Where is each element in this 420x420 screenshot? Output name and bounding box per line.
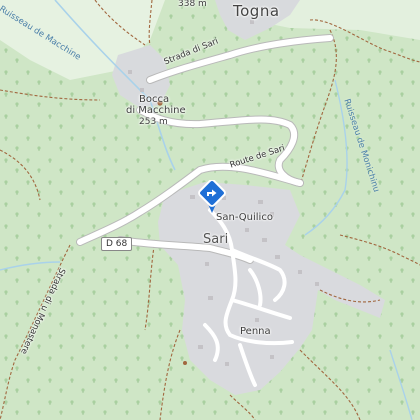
direction-diamond-icon [198, 180, 226, 213]
bocca-label-2: di Macchine [126, 105, 186, 116]
d68-shield: D 68 [101, 237, 133, 251]
bocca-elevation-label: 253 m [139, 117, 168, 127]
map-canvas[interactable]: 338 m Togna Strada di Sari Bocca di Macc… [0, 0, 420, 420]
sari-label: Sari [203, 232, 229, 247]
poi-dot [183, 361, 187, 365]
san-quilico-label: San-Quilico [216, 212, 273, 223]
togna-elevation-label: 338 m [178, 0, 207, 9]
penna-label: Penna [240, 326, 271, 337]
bocca-label-1: Bocca [139, 94, 170, 105]
location-marker[interactable] [197, 180, 227, 214]
togna-label: Togna [233, 2, 280, 20]
